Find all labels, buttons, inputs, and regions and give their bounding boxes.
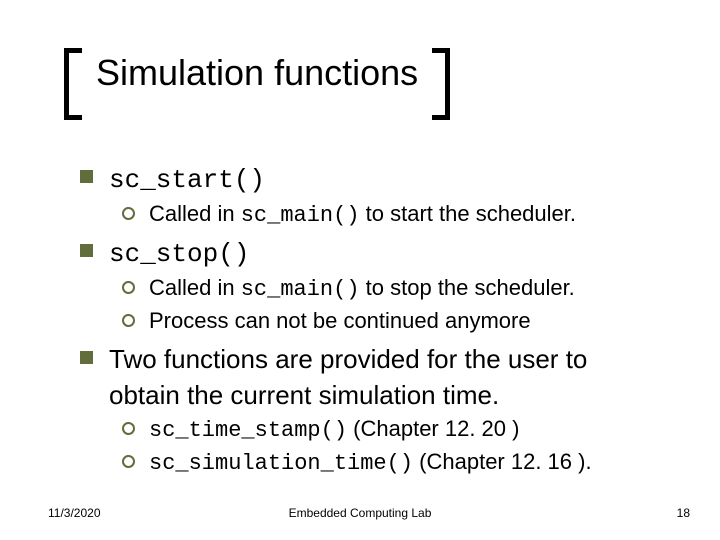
plain-text: Process can not be continued anymore — [149, 308, 531, 333]
bracket-right-icon — [432, 48, 450, 120]
bullet-text: sc_start() — [109, 162, 265, 198]
plain-text: to stop the scheduler. — [360, 275, 575, 300]
bullet-text: Called in sc_main() to stop the schedule… — [149, 274, 575, 305]
bullet-level2: Called in sc_main() to start the schedul… — [122, 200, 660, 231]
plain-text: Called in — [149, 275, 241, 300]
code-text: sc_main() — [241, 203, 360, 228]
slide-body: sc_start() Called in sc_main() to start … — [80, 156, 660, 478]
title-wrap: Simulation functions — [64, 48, 660, 126]
bullet-text: sc_stop() — [109, 236, 249, 272]
circle-bullet-icon — [122, 455, 135, 468]
bullet-level2: Process can not be continued anymore — [122, 307, 660, 338]
circle-bullet-icon — [122, 207, 135, 220]
code-text: sc_stop() — [109, 239, 249, 269]
circle-bullet-icon — [122, 422, 135, 435]
square-bullet-icon — [80, 170, 93, 183]
slide: Simulation functions sc_start() Called i… — [0, 0, 720, 540]
plain-text: Called in — [149, 201, 241, 226]
code-text: sc_main() — [241, 277, 360, 302]
plain-text: to start the scheduler. — [360, 201, 576, 226]
bullet-text: Called in sc_main() to start the schedul… — [149, 200, 576, 231]
bullet-text: sc_time_stamp() (Chapter 12. 20 ) — [149, 415, 519, 446]
code-text: sc_start() — [109, 165, 265, 195]
slide-title: Simulation functions — [96, 54, 418, 92]
square-bullet-icon — [80, 244, 93, 257]
footer-center: Embedded Computing Lab — [0, 506, 720, 520]
bullet-text: Process can not be continued anymore — [149, 307, 531, 338]
plain-text: Two functions are provided for the user … — [109, 344, 587, 410]
plain-text: (Chapter 12. 20 ) — [347, 416, 519, 441]
bullet-level1: Two functions are provided for the user … — [80, 343, 660, 413]
plain-text: (Chapter 12. 16 ). — [413, 449, 592, 474]
bullet-level1: sc_start() — [80, 162, 660, 198]
footer-page-number: 18 — [677, 506, 690, 520]
circle-bullet-icon — [122, 281, 135, 294]
bracket-left-icon — [64, 48, 82, 120]
circle-bullet-icon — [122, 314, 135, 327]
code-text: sc_time_stamp() — [149, 418, 347, 443]
bullet-text: Two functions are provided for the user … — [109, 343, 660, 413]
code-text: sc_simulation_time() — [149, 451, 413, 476]
square-bullet-icon — [80, 351, 93, 364]
bullet-level2: sc_time_stamp() (Chapter 12. 20 ) — [122, 415, 660, 446]
bullet-level2: Called in sc_main() to stop the schedule… — [122, 274, 660, 305]
bullet-text: sc_simulation_time() (Chapter 12. 16 ). — [149, 448, 592, 479]
bullet-level1: sc_stop() — [80, 236, 660, 272]
bullet-level2: sc_simulation_time() (Chapter 12. 16 ). — [122, 448, 660, 479]
